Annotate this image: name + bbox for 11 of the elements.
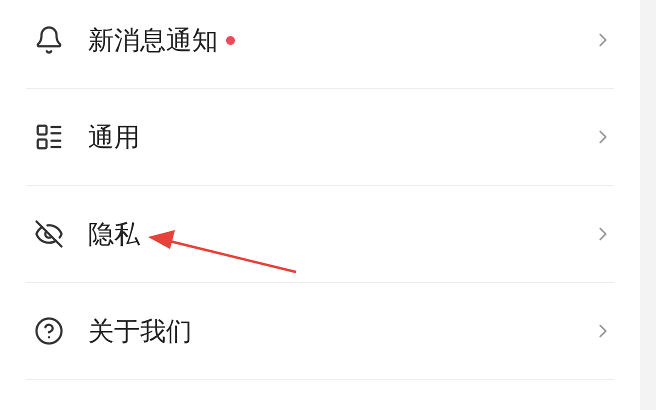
settings-item[interactable]: 通用 bbox=[26, 89, 614, 186]
list-icon bbox=[34, 122, 64, 152]
help-icon bbox=[34, 316, 64, 346]
item-label: 关于我们 bbox=[88, 314, 192, 348]
bell-icon bbox=[34, 25, 64, 55]
settings-item[interactable]: 关于我们 bbox=[26, 283, 614, 380]
item-label: 新消息通知 bbox=[88, 24, 218, 56]
item-label: 隐私 bbox=[88, 218, 140, 250]
settings-item[interactable]: 新消息通知 bbox=[26, 0, 614, 89]
eye-off-icon bbox=[34, 219, 64, 249]
item-label: 通用 bbox=[88, 120, 140, 154]
